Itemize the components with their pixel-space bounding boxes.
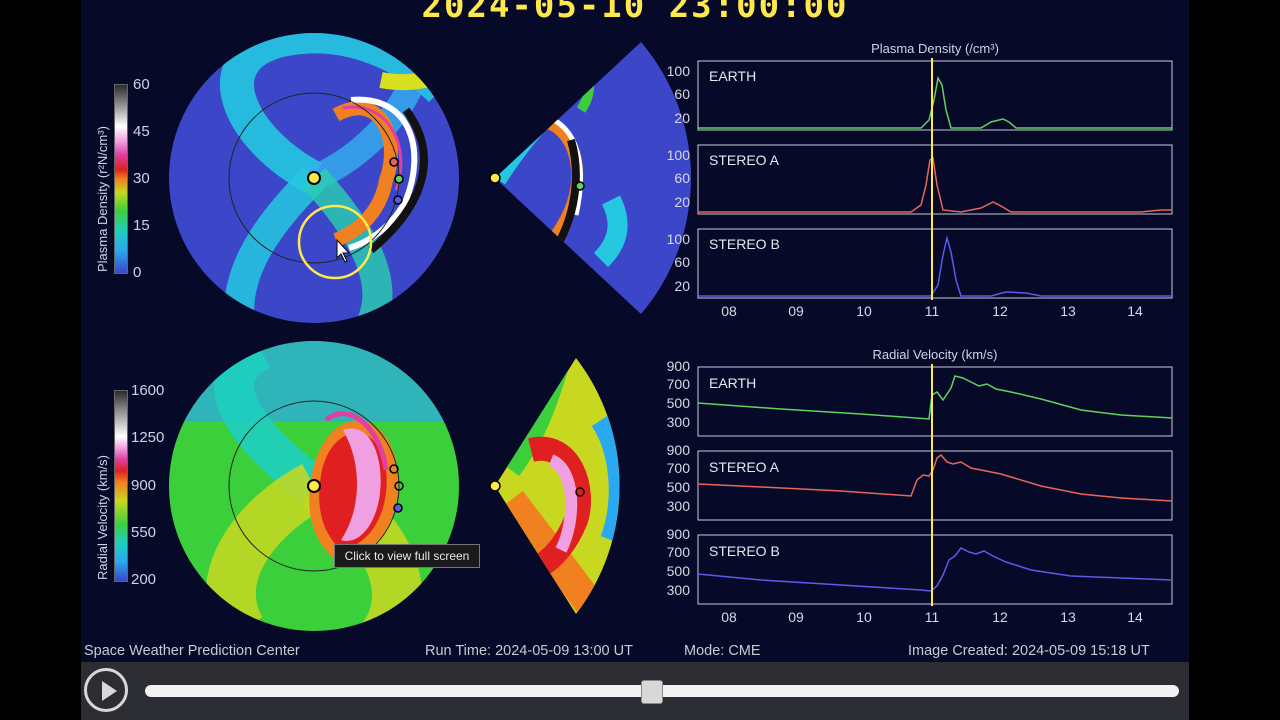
velocity-ytick: 500	[666, 395, 690, 411]
density-xtick: 10	[856, 303, 872, 319]
timeline-slider-handle[interactable]	[640, 680, 663, 704]
sat-label-earth: EARTH	[709, 68, 757, 84]
velocity-tick: 550	[131, 524, 157, 541]
sat-label-stereo-b: STEREO B	[709, 543, 780, 559]
sat-label-earth: EARTH	[709, 375, 757, 391]
density-ytick: 20	[674, 194, 690, 210]
density-tick: 45	[133, 123, 150, 140]
velocity-xtick: 08	[721, 609, 737, 625]
velocity-xtick: 11	[924, 609, 940, 625]
velocity-colorbar	[114, 390, 128, 582]
velocity-ytick: 700	[666, 460, 690, 476]
footer-image-created: Image Created: 2024-05-09 15:18 UT	[908, 643, 1150, 659]
velocity-ytick: 300	[666, 582, 690, 598]
playback-controls	[81, 662, 1189, 720]
velocity-panel-title: Radial Velocity (km/s)	[872, 347, 998, 362]
velocity-tick: 200	[131, 571, 157, 588]
velocity-wedge-view	[489, 358, 620, 614]
footer-run-time: Run Time: 2024-05-09 13:00 UT	[425, 643, 633, 659]
density-xtick: 14	[1127, 303, 1143, 319]
sat-label-stereo-a: STEREO A	[709, 459, 780, 475]
velocity-xtick: 12	[992, 609, 1008, 625]
density-ytick: 20	[674, 278, 690, 294]
simulation-graphics	[169, 33, 1173, 631]
density-xtick: 12	[992, 303, 1008, 319]
velocity-ytick: 300	[666, 414, 690, 430]
density-tick: 30	[133, 170, 150, 187]
density-colorbar-title: Plasma Density (r²N/cm³)	[95, 126, 110, 272]
earth-density-trace	[698, 75, 1172, 129]
velocity-ytick: 300	[666, 498, 690, 514]
density-ytick: 100	[666, 231, 690, 247]
density-xtick: 08	[721, 303, 737, 319]
density-xtick: 13	[1060, 303, 1076, 319]
density-ytick: 20	[674, 110, 690, 126]
velocity-tick: 1250	[131, 429, 165, 446]
play-icon	[102, 681, 117, 701]
velocity-xtick: 10	[856, 609, 872, 625]
density-ytick: 60	[674, 86, 690, 102]
velocity-ytick: 900	[666, 526, 690, 542]
density-tick: 60	[133, 76, 150, 93]
velocity-colorbar-title: Radial Velocity (km/s)	[95, 455, 110, 580]
velocity-xtick: 09	[788, 609, 804, 625]
density-colorbar	[114, 84, 128, 274]
sat-label-stereo-a: STEREO A	[709, 152, 780, 168]
play-button[interactable]	[84, 668, 128, 712]
footer-center-name: Space Weather Prediction Center	[84, 643, 300, 659]
sat-label-stereo-b: STEREO B	[709, 236, 780, 252]
velocity-ytick: 500	[666, 479, 690, 495]
density-tick: 0	[133, 264, 142, 281]
velocity-tick: 1600	[131, 382, 165, 399]
velocity-polar-view	[169, 341, 459, 631]
density-xtick: 11	[924, 303, 940, 319]
velocity-xtick: 14	[1127, 609, 1143, 625]
velocity-ytick: 900	[666, 442, 690, 458]
density-panel-title: Plasma Density (/cm³)	[871, 41, 999, 56]
enlil-viewer[interactable]: 2024-05-10 23:00:00 Plasma Density (r²N/…	[81, 0, 1189, 720]
density-ytick: 100	[666, 147, 690, 163]
density-ytick: 100	[666, 63, 690, 79]
velocity-xtick: 13	[1060, 609, 1076, 625]
density-tick: 15	[133, 217, 150, 234]
velocity-tick: 900	[131, 477, 157, 494]
velocity-ytick: 900	[666, 358, 690, 374]
velocity-ytick: 700	[666, 544, 690, 560]
footer-mode: Mode: CME	[684, 643, 761, 659]
earth-velocity-trace	[697, 375, 1173, 420]
density-ytick: 60	[674, 254, 690, 270]
density-xtick: 09	[788, 303, 804, 319]
velocity-ytick: 500	[666, 563, 690, 579]
velocity-ytick: 700	[666, 376, 690, 392]
velocity-timeseries	[697, 366, 1173, 605]
fullscreen-tooltip: Click to view full screen	[334, 544, 480, 568]
density-ytick: 60	[674, 170, 690, 186]
density-polar-view	[169, 33, 459, 323]
